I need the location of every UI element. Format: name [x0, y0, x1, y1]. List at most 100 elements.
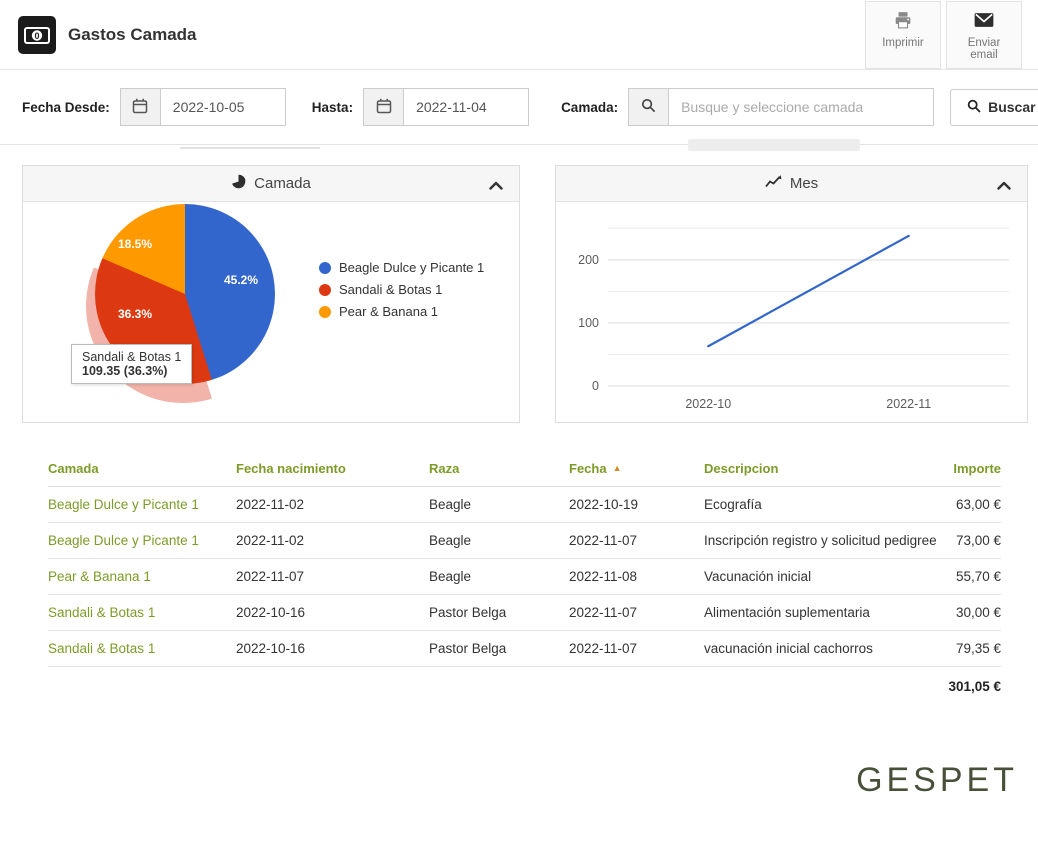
mes-panel-title: Mes	[789, 175, 819, 192]
legend-color-dot	[319, 283, 331, 296]
camada-link[interactable]: Beagle Dulce y Picante 1	[48, 522, 236, 559]
total-amount: 301,05 €	[948, 679, 1001, 694]
importe-cell: 79,35 €	[951, 630, 1001, 667]
camada-collapse-button[interactable]	[487, 176, 505, 195]
descripcion-cell: Inscripción registro y solicitud pedigre…	[704, 522, 951, 559]
buscar-label: Buscar	[988, 99, 1036, 115]
fecha-cell: 2022-11-07	[569, 522, 704, 559]
legend-item[interactable]: Beagle Dulce y Picante 1	[319, 260, 484, 275]
svg-text:2022-11: 2022-11	[886, 397, 931, 411]
camada-panel-header: Camada	[23, 166, 519, 202]
svg-text:0: 0	[592, 379, 599, 393]
mes-collapse-button[interactable]	[995, 176, 1013, 195]
header-camada[interactable]: Camada	[48, 451, 236, 487]
camada-link[interactable]: Sandali & Botas 1	[48, 630, 236, 667]
search-icon	[967, 99, 981, 116]
pie-percent-label: 36.3%	[117, 307, 153, 321]
envelope-icon	[974, 11, 994, 32]
pie-tooltip-title: Sandali & Botas 1	[82, 350, 182, 364]
camada-panel-title: Camada	[254, 175, 311, 192]
raza-cell: Beagle	[429, 486, 569, 523]
camada-group	[628, 88, 935, 126]
table-row: Beagle Dulce y Picante 1 2022-11-02 Beagle…	[48, 522, 1001, 559]
chart-panels: Camada 45.2% 36.3% 18.5% Beagle Dulce y …	[0, 145, 1038, 423]
pie-percent-label: 45.2%	[223, 273, 259, 287]
page-title: Gastos Camada	[68, 24, 197, 44]
header-fecha[interactable]: Fecha ▲	[569, 451, 704, 487]
camada-input[interactable]	[668, 88, 935, 126]
raza-cell: Beagle	[429, 558, 569, 595]
fecha-desde-label: Fecha Desde:	[22, 99, 110, 115]
fecha-nacimiento-cell: 2022-10-16	[236, 594, 429, 631]
fecha-desde-calendar-button[interactable]	[119, 88, 160, 126]
camada-link[interactable]: Sandali & Botas 1	[48, 594, 236, 631]
descripcion-cell: Ecografía	[704, 486, 951, 523]
buscar-button[interactable]: Buscar	[950, 88, 1038, 126]
importe-cell: 73,00 €	[951, 522, 1001, 559]
legend-color-dot	[319, 261, 331, 274]
fecha-desde-group	[119, 88, 286, 126]
table-row: Sandali & Botas 1 2022-10-16 Pastor Belga 2…	[48, 594, 1001, 631]
table-header-row: Camada Fecha nacimiento Raza Fecha ▲ Desc…	[48, 451, 1001, 487]
email-label: Enviar email	[967, 36, 1001, 61]
camada-chart-body: 45.2% 36.3% 18.5% Beagle Dulce y Picante…	[23, 202, 519, 422]
fecha-nacimiento-cell: 2022-11-02	[236, 486, 429, 523]
pie-chart-icon	[231, 174, 246, 194]
fecha-desde-input[interactable]	[159, 88, 286, 126]
camada-search-button[interactable]	[628, 88, 669, 126]
email-button[interactable]: Enviar email	[946, 0, 1022, 69]
line-chart[interactable]: 0 100 200 2022-10 2022-11	[560, 206, 1023, 418]
importe-cell: 30,00 €	[951, 594, 1001, 631]
header-fecha-nacimiento[interactable]: Fecha nacimiento	[236, 451, 429, 487]
legend-item[interactable]: Pear & Banana 1	[319, 304, 484, 319]
print-button[interactable]: Imprimir	[865, 0, 941, 69]
topbar: 0 Gastos Camada Imprimir Enviar email	[0, 0, 1038, 70]
pie-percent-label: 18.5%	[117, 237, 153, 251]
legend-label: Beagle Dulce y Picante 1	[339, 260, 485, 275]
sort-asc-icon: ▲	[612, 463, 622, 473]
mes-panel-header: Mes	[556, 166, 1027, 202]
line-chart-icon	[765, 174, 782, 193]
legend-item[interactable]: Sandali & Botas 1	[319, 282, 484, 297]
brand: 0 Gastos Camada	[18, 15, 197, 54]
hasta-input[interactable]	[403, 88, 530, 126]
pie-tooltip: Sandali & Botas 1 109.35 (36.3%)	[71, 344, 193, 384]
descripcion-cell: vacunación inicial cachorros	[704, 630, 951, 667]
chevron-up-icon	[489, 178, 503, 193]
header-descripcion[interactable]: Descripcion	[704, 451, 951, 487]
fecha-cell: 2022-10-19	[569, 486, 704, 523]
print-label: Imprimir	[882, 36, 924, 49]
hasta-calendar-button[interactable]	[363, 88, 404, 126]
header-raza[interactable]: Raza	[429, 451, 569, 487]
mes-panel: Mes 0 100 200 2022-10 2022-11	[555, 165, 1028, 423]
legend-color-dot	[319, 305, 331, 318]
hasta-label: Hasta:	[311, 99, 354, 115]
fecha-cell: 2022-11-07	[569, 594, 704, 631]
header-importe[interactable]: Importe	[951, 451, 1001, 487]
descripcion-cell: Alimentación suplementaria	[704, 594, 951, 631]
legend-label: Sandali & Botas 1	[339, 282, 443, 297]
camada-link[interactable]: Pear & Banana 1	[48, 558, 236, 595]
fecha-cell: 2022-11-07	[569, 630, 704, 667]
hasta-group	[363, 88, 530, 126]
camada-link[interactable]: Beagle Dulce y Picante 1	[48, 486, 236, 523]
mes-chart-body: 0 100 200 2022-10 2022-11	[556, 202, 1027, 422]
table-row: Pear & Banana 1 2022-11-07 Beagle 2022-11-0…	[48, 558, 1001, 595]
svg-text:2022-10: 2022-10	[685, 397, 731, 411]
chart-toolbar-artifact	[688, 139, 860, 151]
fecha-cell: 2022-11-08	[569, 558, 704, 595]
search-icon	[641, 98, 656, 116]
filterbar: Fecha Desde: Hasta: Camada:	[0, 70, 1038, 145]
calendar-icon	[132, 98, 148, 117]
pie-tooltip-value: 109.35 (36.3%)	[82, 364, 168, 378]
legend-label: Pear & Banana 1	[339, 304, 439, 319]
fecha-nacimiento-cell: 2022-11-02	[236, 522, 429, 559]
camada-panel: Camada 45.2% 36.3% 18.5% Beagle Dulce y …	[22, 165, 520, 423]
gespet-logo: GESPET	[856, 761, 1018, 799]
table-row: Beagle Dulce y Picante 1 2022-11-02 Beagle…	[48, 486, 1001, 523]
camada-label: Camada:	[561, 99, 619, 115]
chevron-up-icon	[997, 178, 1011, 193]
footer: GESPET	[856, 761, 1018, 800]
raza-cell: Pastor Belga	[429, 594, 569, 631]
chart-toolbar-artifact	[180, 147, 320, 149]
